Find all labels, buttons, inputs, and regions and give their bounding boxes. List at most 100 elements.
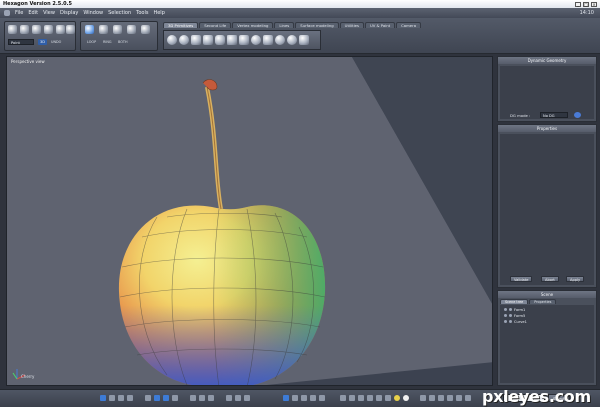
lock-icon[interactable]	[509, 320, 512, 323]
perspective-viewport[interactable]: Perspective view Cherry	[6, 56, 493, 386]
sphere-select-icon[interactable]	[56, 25, 65, 34]
select-arrow-icon[interactable]	[8, 25, 17, 34]
diamond-icon[interactable]	[263, 35, 273, 45]
dg-settings-icon[interactable]	[574, 112, 581, 118]
magic-wand-icon[interactable]	[44, 25, 53, 34]
checker-icon[interactable]	[429, 395, 435, 401]
top-view-icon[interactable]	[163, 395, 169, 401]
button-3d[interactable]: 3D	[38, 39, 48, 45]
half-sphere-icon[interactable]	[179, 35, 189, 45]
tab-utilities[interactable]: Utilities	[339, 22, 364, 28]
auto-mode-icon[interactable]	[141, 25, 150, 34]
visibility-icon[interactable]	[504, 314, 507, 317]
normals-icon[interactable]	[438, 395, 444, 401]
front-view-icon[interactable]	[145, 395, 151, 401]
light-icon[interactable]	[199, 395, 205, 401]
lock-icon[interactable]	[509, 314, 512, 317]
lock-icon[interactable]	[509, 308, 512, 311]
dynamic-geometry-body: DG mode : No DG	[500, 66, 594, 119]
menu-window[interactable]: Window	[83, 10, 103, 16]
white-ball-icon[interactable]	[403, 395, 409, 401]
move-icon[interactable]	[283, 395, 289, 401]
uv-icon[interactable]	[420, 395, 426, 401]
menu-display[interactable]: Display	[60, 10, 78, 16]
menu-view[interactable]: View	[43, 10, 55, 16]
plane-icon[interactable]	[191, 35, 201, 45]
selection-mode-select[interactable]: Point	[8, 39, 34, 45]
ring-button[interactable]: RING	[103, 40, 112, 44]
visibility-icon[interactable]	[504, 320, 507, 323]
list-item[interactable]: Form5	[504, 313, 525, 318]
cube-icon[interactable]	[203, 35, 213, 45]
capsule-icon[interactable]	[287, 35, 297, 45]
axis-icon[interactable]	[244, 395, 250, 401]
snap-icon[interactable]	[226, 395, 232, 401]
abort-button[interactable]: Abort	[541, 276, 559, 282]
menu-help[interactable]: Help	[153, 10, 164, 16]
dg-mode-select[interactable]: No DG	[540, 112, 568, 118]
menu-edit[interactable]: Edit	[28, 10, 38, 16]
textured-icon[interactable]	[358, 395, 364, 401]
tab-scene-properties[interactable]: Properties	[529, 299, 557, 304]
tab-scene-tree[interactable]: Scene tree	[500, 299, 529, 304]
edge-mode-icon[interactable]	[113, 25, 122, 34]
grid-icon[interactable]	[208, 395, 214, 401]
menu-file[interactable]: File	[15, 10, 23, 16]
view-split-icon[interactable]	[109, 395, 115, 401]
smooth-icon[interactable]	[367, 395, 373, 401]
cylinder-icon[interactable]	[215, 35, 225, 45]
point-mode-icon[interactable]	[127, 25, 136, 34]
wireframe-icon[interactable]	[340, 395, 346, 401]
tab-second-life[interactable]: Second Life	[199, 22, 232, 28]
geosphere-icon[interactable]	[275, 35, 285, 45]
display-icon[interactable]	[385, 395, 391, 401]
tab-uv-paint[interactable]: UV & Paint	[364, 22, 396, 28]
lasso-icon[interactable]	[20, 25, 29, 34]
validate-button[interactable]: Validate	[510, 276, 533, 282]
undo-button[interactable]: UNDO	[51, 40, 61, 44]
tab-lines[interactable]: Lines	[274, 22, 295, 28]
tab-surface-modeling[interactable]: Surface modeling	[295, 22, 339, 28]
apply-button[interactable]: Apply	[566, 276, 585, 282]
sun-icon[interactable]	[394, 395, 400, 401]
visibility-icon[interactable]	[504, 308, 507, 311]
render-icon[interactable]	[376, 395, 382, 401]
pyramid-icon[interactable]	[239, 35, 249, 45]
camera-icon[interactable]	[190, 395, 196, 401]
list-item[interactable]: Form1	[504, 307, 525, 312]
shaded-icon[interactable]	[349, 395, 355, 401]
close-button[interactable]: ×	[591, 1, 597, 7]
face-mode-icon[interactable]	[99, 25, 108, 34]
view-grid-icon[interactable]	[127, 395, 133, 401]
pivot-icon[interactable]	[319, 395, 325, 401]
shadow-icon[interactable]	[456, 395, 462, 401]
object-mode-icon[interactable]	[85, 25, 94, 34]
magnet-icon[interactable]	[235, 395, 241, 401]
perspective-view-icon[interactable]	[154, 395, 160, 401]
tab-3d-primitives[interactable]: 3D Primitives	[163, 22, 199, 28]
view-quad-icon[interactable]	[118, 395, 124, 401]
cone-icon[interactable]	[227, 35, 237, 45]
minimize-button[interactable]: _	[575, 1, 581, 7]
menu-tools[interactable]: Tools	[136, 10, 148, 16]
lock-icon[interactable]	[66, 25, 75, 34]
both-button[interactable]: BOTH	[118, 40, 128, 44]
torus-icon[interactable]	[251, 35, 261, 45]
menu-selection[interactable]: Selection	[108, 10, 131, 16]
list-item[interactable]: Curve1	[504, 319, 527, 324]
tab-camera[interactable]: Camera	[396, 22, 422, 28]
universal-manipulator-icon[interactable]	[310, 395, 316, 401]
teapot-icon[interactable]	[299, 35, 309, 45]
side-view-icon[interactable]	[172, 395, 178, 401]
sphere-icon[interactable]	[167, 35, 177, 45]
ao-icon[interactable]	[465, 395, 471, 401]
maximize-button[interactable]: □	[583, 1, 589, 7]
loop-button[interactable]: LOOP	[87, 40, 96, 44]
backface-icon[interactable]	[447, 395, 453, 401]
view-single-icon[interactable]	[100, 395, 106, 401]
scene-panel: Scene Scene tree Properties Form1 Form5 …	[497, 290, 597, 386]
paint-select-icon[interactable]	[32, 25, 41, 34]
rotate-icon[interactable]	[292, 395, 298, 401]
scale-icon[interactable]	[301, 395, 307, 401]
tab-vertex-modeling[interactable]: Vertex modeling	[232, 22, 274, 28]
